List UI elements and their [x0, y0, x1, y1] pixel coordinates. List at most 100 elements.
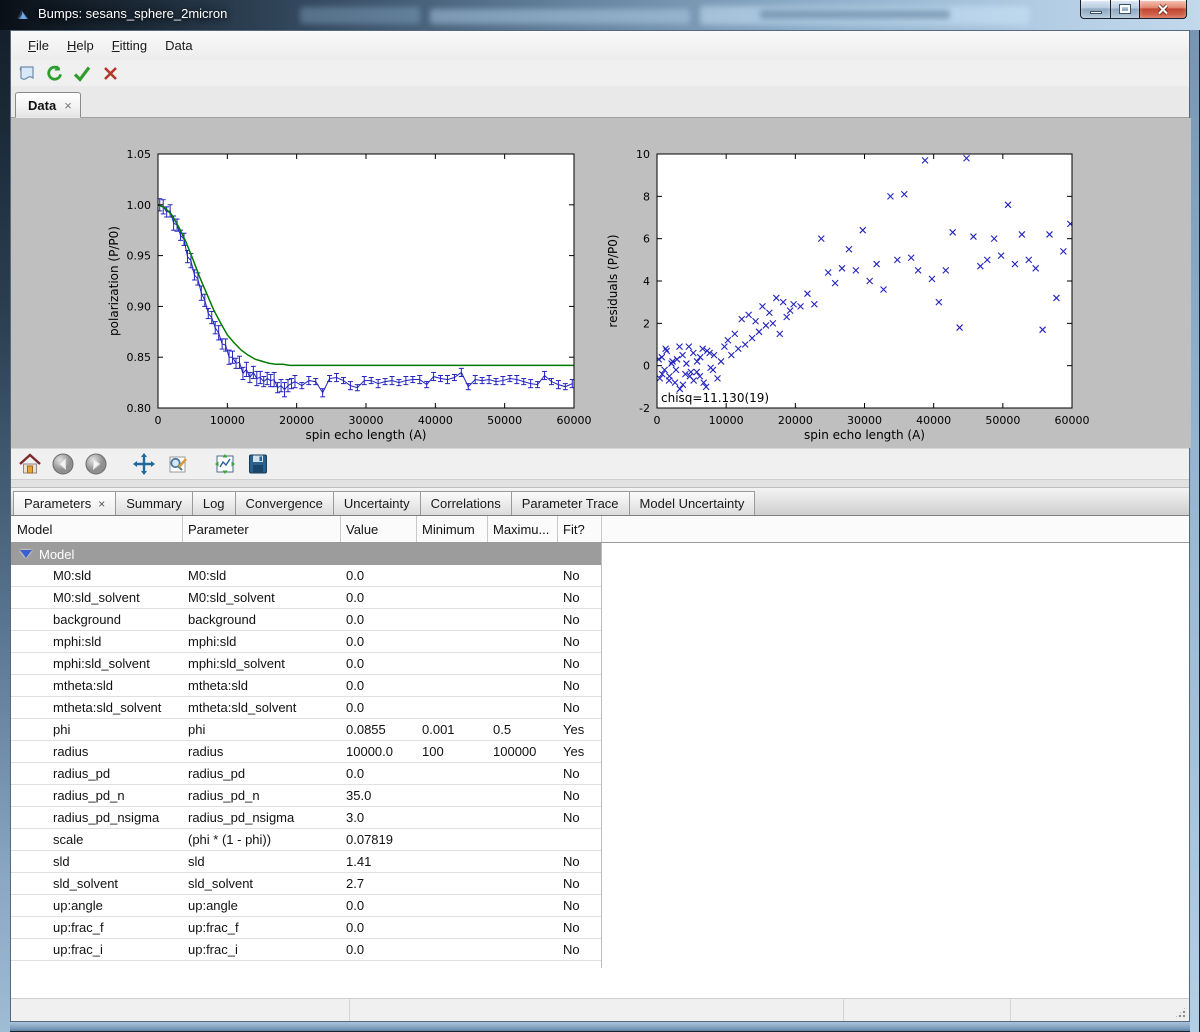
svg-text:0.95: 0.95 — [127, 250, 152, 263]
menu-item-file[interactable]: File — [19, 35, 58, 56]
tab-uncertainty[interactable]: Uncertainty — [333, 491, 421, 515]
status-cell — [1010, 999, 1189, 1021]
reload-model-button[interactable] — [43, 62, 65, 84]
svg-text:4: 4 — [643, 275, 650, 288]
table-cell: mphi:sld — [11, 631, 183, 652]
table-row[interactable]: up:frac_iup:frac_i0.0No — [11, 939, 602, 961]
table-cell — [417, 675, 488, 696]
splitter-sash[interactable] — [11, 479, 1189, 488]
table-cell: background — [11, 609, 183, 630]
svg-text:10000: 10000 — [210, 414, 245, 427]
table-row[interactable]: M0:sld_solventM0:sld_solvent0.0No — [11, 587, 602, 609]
table-row[interactable]: radius_pdradius_pd0.0No — [11, 763, 602, 785]
column-header-parameter[interactable]: Parameter — [183, 516, 341, 542]
pan-button[interactable] — [131, 451, 157, 477]
tab-model-uncertainty[interactable]: Model Uncertainty — [629, 491, 756, 515]
table-cell: up:frac_f — [11, 917, 183, 938]
table-cell: No — [558, 873, 602, 894]
table-row[interactable]: mphi:sld_solventmphi:sld_solvent0.0No — [11, 653, 602, 675]
svg-text:0.90: 0.90 — [127, 300, 152, 313]
table-cell: M0:sld — [183, 565, 341, 586]
tab-correlations[interactable]: Correlations — [420, 491, 512, 515]
column-header-model[interactable]: Model — [11, 516, 183, 542]
tab-data[interactable]: Data × — [15, 92, 81, 118]
accept-check-icon — [72, 64, 92, 83]
table-cell: No — [558, 653, 602, 674]
svg-text:polarization (P/P0): polarization (P/P0) — [107, 226, 121, 336]
table-cell: mtheta:sld — [11, 675, 183, 696]
table-cell: No — [558, 631, 602, 652]
column-header-fit[interactable]: Fit? — [558, 516, 602, 542]
table-cell — [417, 763, 488, 784]
tab-summary[interactable]: Summary — [115, 491, 193, 515]
back-button[interactable] — [50, 451, 76, 477]
tab-label: Log — [203, 496, 225, 511]
script-icon — [17, 64, 36, 82]
tab-parameters[interactable]: Parameters× — [13, 491, 116, 515]
tab-parameter-trace[interactable]: Parameter Trace — [511, 491, 630, 515]
table-cell: 0.0 — [341, 675, 417, 696]
column-header-value[interactable]: Value — [341, 516, 417, 542]
table-cell — [417, 917, 488, 938]
forward-button[interactable] — [83, 451, 109, 477]
table-row[interactable]: up:frac_fup:frac_f0.0No — [11, 917, 602, 939]
table-cell: up:frac_i — [11, 939, 183, 960]
svg-text:spin echo length (A): spin echo length (A) — [305, 428, 426, 442]
table-cell — [417, 807, 488, 828]
menu-item-fitting[interactable]: Fitting — [103, 35, 156, 56]
tab-data-label: Data — [28, 98, 56, 113]
collapse-triangle-icon[interactable] — [20, 550, 32, 558]
minimize-icon — [1090, 11, 1102, 14]
table-row[interactable]: scale(phi * (1 - phi))0.07819 — [11, 829, 602, 851]
table-row[interactable]: radius_pd_nsigmaradius_pd_nsigma3.0No — [11, 807, 602, 829]
table-row[interactable]: sld_solventsld_solvent2.7No — [11, 873, 602, 895]
close-button[interactable] — [1140, 0, 1187, 19]
table-row[interactable]: backgroundbackground0.0No — [11, 609, 602, 631]
back-icon — [51, 452, 75, 476]
tab-close-icon[interactable]: × — [64, 98, 72, 113]
table-row[interactable]: radiusradius10000.0100100000Yes — [11, 741, 602, 763]
table-row[interactable]: sldsld1.41No — [11, 851, 602, 873]
table-cell — [417, 631, 488, 652]
script-console-button[interactable] — [15, 62, 37, 84]
subplots-config-button[interactable] — [212, 451, 238, 477]
window-titlebar[interactable]: Bumps: sesans_sphere_2micron — [0, 0, 1200, 30]
polarization-chart: 01000020000300004000050000600000.800.850… — [11, 118, 601, 448]
table-cell — [417, 653, 488, 674]
accept-fit-button[interactable] — [71, 62, 93, 84]
home-button[interactable] — [17, 451, 43, 477]
table-cell: radius_pd_n — [11, 785, 183, 806]
table-cell: M0:sld_solvent — [183, 587, 341, 608]
model-group-row[interactable]: Model — [11, 543, 602, 565]
table-row[interactable]: mphi:sldmphi:sld0.0No — [11, 631, 602, 653]
tab-log[interactable]: Log — [192, 491, 236, 515]
menu-item-help[interactable]: Help — [58, 35, 103, 56]
menu-item-data[interactable]: Data — [156, 35, 201, 56]
table-cell — [558, 829, 602, 850]
minimize-button[interactable] — [1080, 0, 1111, 19]
tab-close-icon[interactable]: × — [98, 497, 105, 511]
tab-label: Parameter Trace — [522, 496, 619, 511]
table-cell: radius_pd — [183, 763, 341, 784]
pan-icon — [132, 452, 156, 476]
table-cell — [417, 939, 488, 960]
save-button[interactable] — [245, 451, 271, 477]
table-row[interactable]: M0:sldM0:sld0.0No — [11, 565, 602, 587]
table-row[interactable]: mtheta:sld_solventmtheta:sld_solvent0.0N… — [11, 697, 602, 719]
status-bar — [11, 998, 1189, 1021]
table-row[interactable]: radius_pd_nradius_pd_n35.0No — [11, 785, 602, 807]
tab-convergence[interactable]: Convergence — [235, 491, 334, 515]
table-row[interactable]: mtheta:sldmtheta:sld0.0No — [11, 675, 602, 697]
table-row[interactable]: up:angleup:angle0.0No — [11, 895, 602, 917]
column-header-minimum[interactable]: Minimum — [417, 516, 488, 542]
svg-text:40000: 40000 — [916, 414, 951, 427]
maximize-button[interactable] — [1111, 0, 1140, 19]
table-cell: M0:sld_solvent — [11, 587, 183, 608]
table-cell — [488, 763, 558, 784]
table-cell: mtheta:sld — [183, 675, 341, 696]
table-cell — [417, 565, 488, 586]
cancel-fit-button[interactable] — [99, 62, 121, 84]
table-row[interactable]: phiphi0.08550.0010.5Yes — [11, 719, 602, 741]
zoom-rect-button[interactable] — [164, 451, 190, 477]
column-header-maximum[interactable]: Maximu... — [488, 516, 558, 542]
